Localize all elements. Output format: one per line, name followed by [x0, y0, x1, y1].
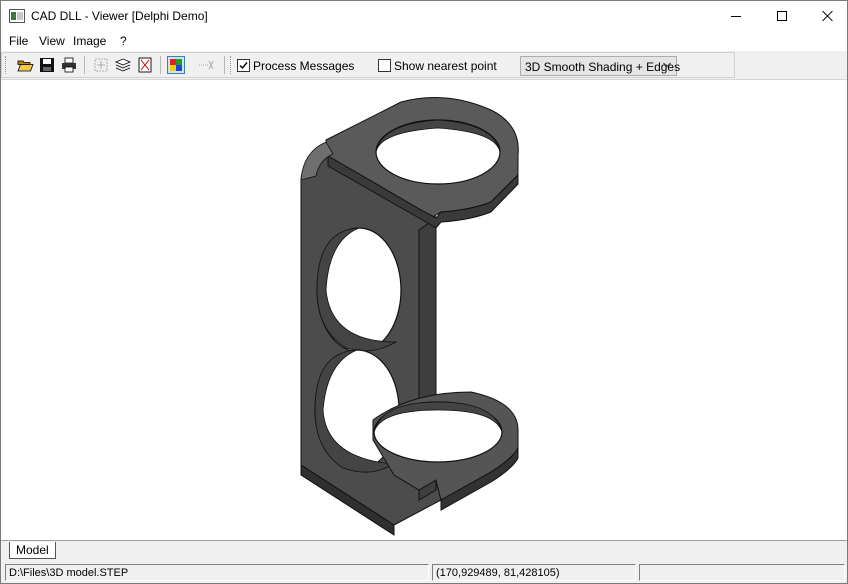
show-nearest-point-checkbox[interactable]	[378, 59, 391, 72]
maximize-button[interactable]	[759, 1, 805, 31]
status-bar: D:\Files\3D model.STEP (170,929489, 81,4…	[1, 562, 847, 583]
menu-image[interactable]: Image	[73, 34, 106, 48]
title-bar[interactable]: CAD DLL - Viewer [Delphi Demo]	[1, 1, 847, 31]
open-button[interactable]	[16, 56, 34, 74]
drawing-viewport[interactable]	[1, 79, 847, 540]
process-messages-checkbox[interactable]	[237, 59, 250, 72]
toolbar: Process Messages Show nearest point 3D S…	[1, 52, 735, 78]
print-button[interactable]	[60, 56, 78, 74]
toolbar-grip[interactable]	[230, 56, 233, 74]
toolbar-separator	[84, 56, 85, 74]
process-messages-label[interactable]: Process Messages	[253, 59, 354, 73]
toolbar-grip[interactable]	[5, 56, 8, 74]
layouts-button[interactable]	[136, 56, 154, 74]
app-window: CAD DLL - Viewer [Delphi Demo] File View…	[0, 0, 848, 584]
status-panel-empty	[639, 564, 845, 581]
printer-icon	[62, 57, 76, 73]
toolbar-separator	[224, 56, 225, 74]
layers-icon	[114, 58, 132, 72]
minimize-icon	[731, 15, 741, 17]
layout-tab-bar: Model	[1, 540, 847, 560]
render-mode-select[interactable]: 3D Smooth Shading + Edges	[520, 56, 681, 76]
minimize-button[interactable]	[713, 1, 759, 31]
close-button[interactable]	[805, 1, 847, 31]
render-mode-value: 3D Smooth Shading + Edges	[525, 60, 681, 74]
close-icon	[822, 10, 834, 22]
save-button[interactable]	[38, 56, 56, 74]
color-palette-icon	[170, 59, 182, 71]
maximize-icon	[777, 11, 787, 21]
layout-sheet-icon	[138, 57, 152, 73]
floppy-disk-icon	[40, 58, 54, 72]
show-nearest-point-label[interactable]: Show nearest point	[394, 59, 497, 73]
checkmark-icon	[239, 62, 248, 70]
black-white-toggle-button[interactable]	[167, 56, 185, 74]
menu-help[interactable]: ?	[120, 34, 127, 48]
app-icon[interactable]	[9, 9, 25, 23]
tab-model[interactable]: Model	[9, 542, 56, 559]
status-coordinates: (170,929489, 81,428105)	[432, 564, 636, 581]
measure-distance-icon	[199, 60, 214, 70]
measure-button[interactable]	[197, 56, 215, 74]
fit-window-icon	[94, 58, 108, 72]
fit-to-window-button[interactable]	[92, 56, 110, 74]
window-title: CAD DLL - Viewer [Delphi Demo]	[31, 9, 208, 23]
toolbar-separator	[160, 56, 161, 74]
cad-model[interactable]	[1, 80, 847, 541]
chevron-down-icon	[663, 62, 671, 68]
status-file-path: D:\Files\3D model.STEP	[5, 564, 429, 581]
folder-open-icon	[17, 60, 34, 72]
menu-file[interactable]: File	[9, 34, 28, 48]
layers-button[interactable]	[114, 56, 132, 74]
menu-bar: File View Image ?	[1, 31, 847, 51]
menu-view[interactable]: View	[39, 34, 65, 48]
